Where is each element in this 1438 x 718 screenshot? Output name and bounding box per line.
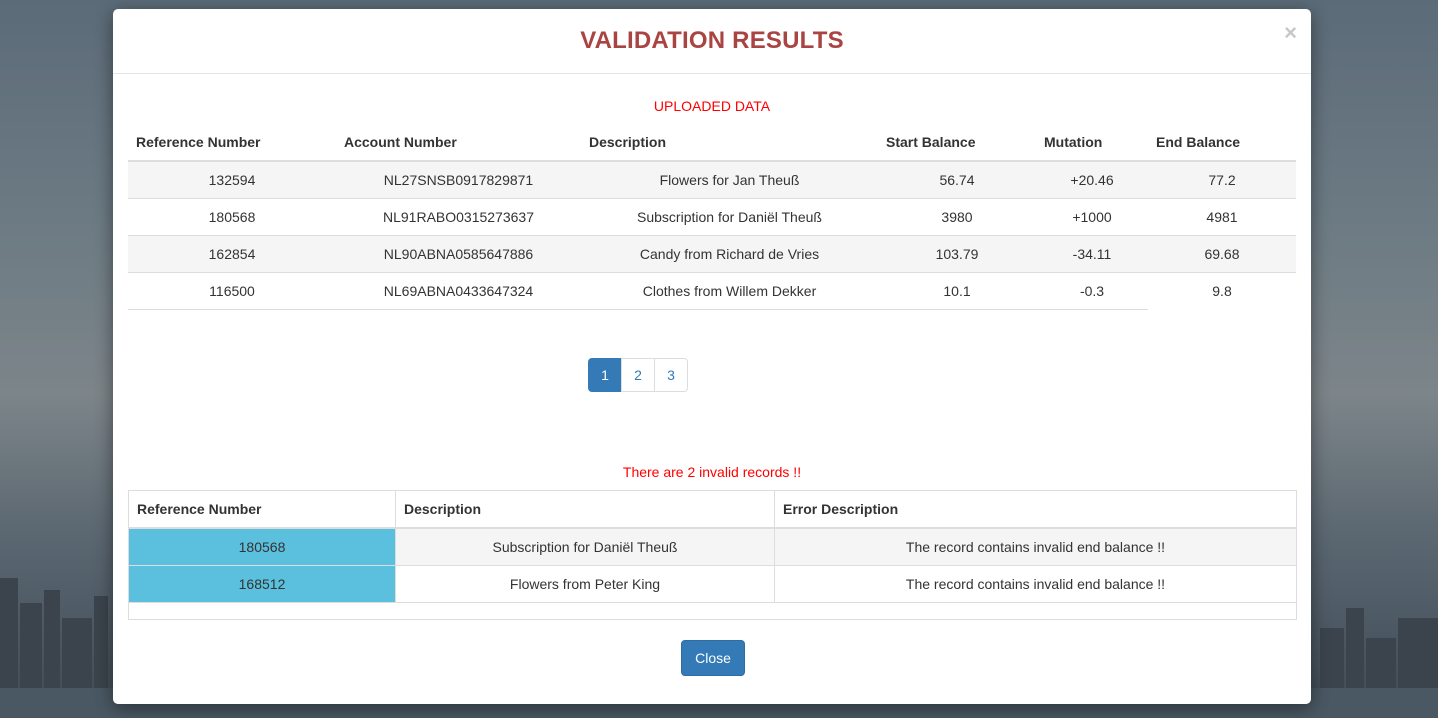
table-empty-row	[128, 602, 1297, 620]
column-header-description: Description	[581, 124, 878, 162]
cell-account-number: NL91RABO0315273637	[336, 198, 581, 236]
table-row: 162854 NL90ABNA0585647886 Candy from Ric…	[128, 235, 1296, 273]
cell-description: Subscription for Daniël Theuß	[581, 198, 878, 236]
column-header-description: Description	[395, 490, 775, 529]
column-header-error-description: Error Description	[774, 490, 1297, 529]
pagination: 1 2 3	[588, 358, 688, 392]
cell-start-balance: 10.1	[878, 272, 1036, 310]
close-icon[interactable]: ×	[1284, 22, 1297, 44]
cell-description: Clothes from Willem Dekker	[581, 272, 878, 310]
cell-description: Candy from Richard de Vries	[581, 235, 878, 273]
column-header-end-balance: End Balance	[1148, 124, 1296, 162]
modal-title: VALIDATION RESULTS	[580, 27, 844, 54]
cell-end-balance: 69.68	[1148, 235, 1296, 273]
cell-end-balance: 9.8	[1148, 272, 1296, 310]
cell-reference-number: 180568	[128, 527, 396, 566]
page-button-3[interactable]: 3	[654, 358, 688, 392]
table-row: 180568 Subscription for Daniël Theuß The…	[128, 527, 1297, 566]
validation-results-modal: VALIDATION RESULTS × UPLOADED DATA Refer…	[113, 9, 1311, 704]
cell-description: Subscription for Daniël Theuß	[395, 527, 775, 566]
cell-reference-number: 132594	[128, 160, 336, 199]
column-header-reference-number: Reference Number	[128, 124, 336, 162]
cell-mutation: -34.11	[1036, 235, 1148, 273]
cell-error-description: The record contains invalid end balance …	[774, 565, 1297, 603]
cell-mutation: +20.46	[1036, 160, 1148, 199]
table-row: 132594 NL27SNSB0917829871 Flowers for Ja…	[128, 160, 1296, 199]
cell-description: Flowers from Peter King	[395, 565, 775, 603]
invalid-records-label: There are 2 invalid records !!	[622, 464, 802, 480]
cell-start-balance: 103.79	[878, 235, 1036, 273]
cell-start-balance: 56.74	[878, 160, 1036, 199]
table-header-row: Reference Number Description Error Descr…	[128, 490, 1297, 529]
uploaded-data-label: UPLOADED DATA	[653, 98, 771, 114]
empty-cell	[128, 602, 1297, 620]
cell-end-balance: 4981	[1148, 198, 1296, 236]
cell-reference-number: 168512	[128, 565, 396, 603]
cell-mutation: +1000	[1036, 198, 1148, 236]
uploaded-data-table: Reference Number Account Number Descript…	[128, 124, 1296, 310]
column-header-start-balance: Start Balance	[878, 124, 1036, 162]
cell-description: Flowers for Jan Theuß	[581, 160, 878, 199]
cell-account-number: NL27SNSB0917829871	[336, 160, 581, 199]
column-header-account-number: Account Number	[336, 124, 581, 162]
cell-reference-number: 180568	[128, 198, 336, 236]
cell-account-number: NL69ABNA0433647324	[336, 272, 581, 310]
page-button-1[interactable]: 1	[588, 358, 622, 392]
cell-error-description: The record contains invalid end balance …	[774, 527, 1297, 566]
table-row: 168512 Flowers from Peter King The recor…	[128, 565, 1297, 603]
cell-account-number: NL90ABNA0585647886	[336, 235, 581, 273]
cell-mutation: -0.3	[1036, 272, 1148, 310]
page-button-2[interactable]: 2	[621, 358, 655, 392]
column-header-mutation: Mutation	[1036, 124, 1148, 162]
table-header-row: Reference Number Account Number Descript…	[128, 124, 1296, 162]
column-header-reference-number: Reference Number	[128, 490, 396, 529]
cell-reference-number: 116500	[128, 272, 336, 310]
table-row: 180568 NL91RABO0315273637 Subscription f…	[128, 198, 1296, 236]
modal-header: VALIDATION RESULTS ×	[113, 9, 1311, 74]
cell-end-balance: 77.2	[1148, 160, 1296, 199]
cell-reference-number: 162854	[128, 235, 336, 273]
invalid-records-table: Reference Number Description Error Descr…	[128, 490, 1297, 620]
close-button[interactable]: Close	[681, 640, 745, 676]
cell-start-balance: 3980	[878, 198, 1036, 236]
table-row: 116500 NL69ABNA0433647324 Clothes from W…	[128, 272, 1296, 310]
